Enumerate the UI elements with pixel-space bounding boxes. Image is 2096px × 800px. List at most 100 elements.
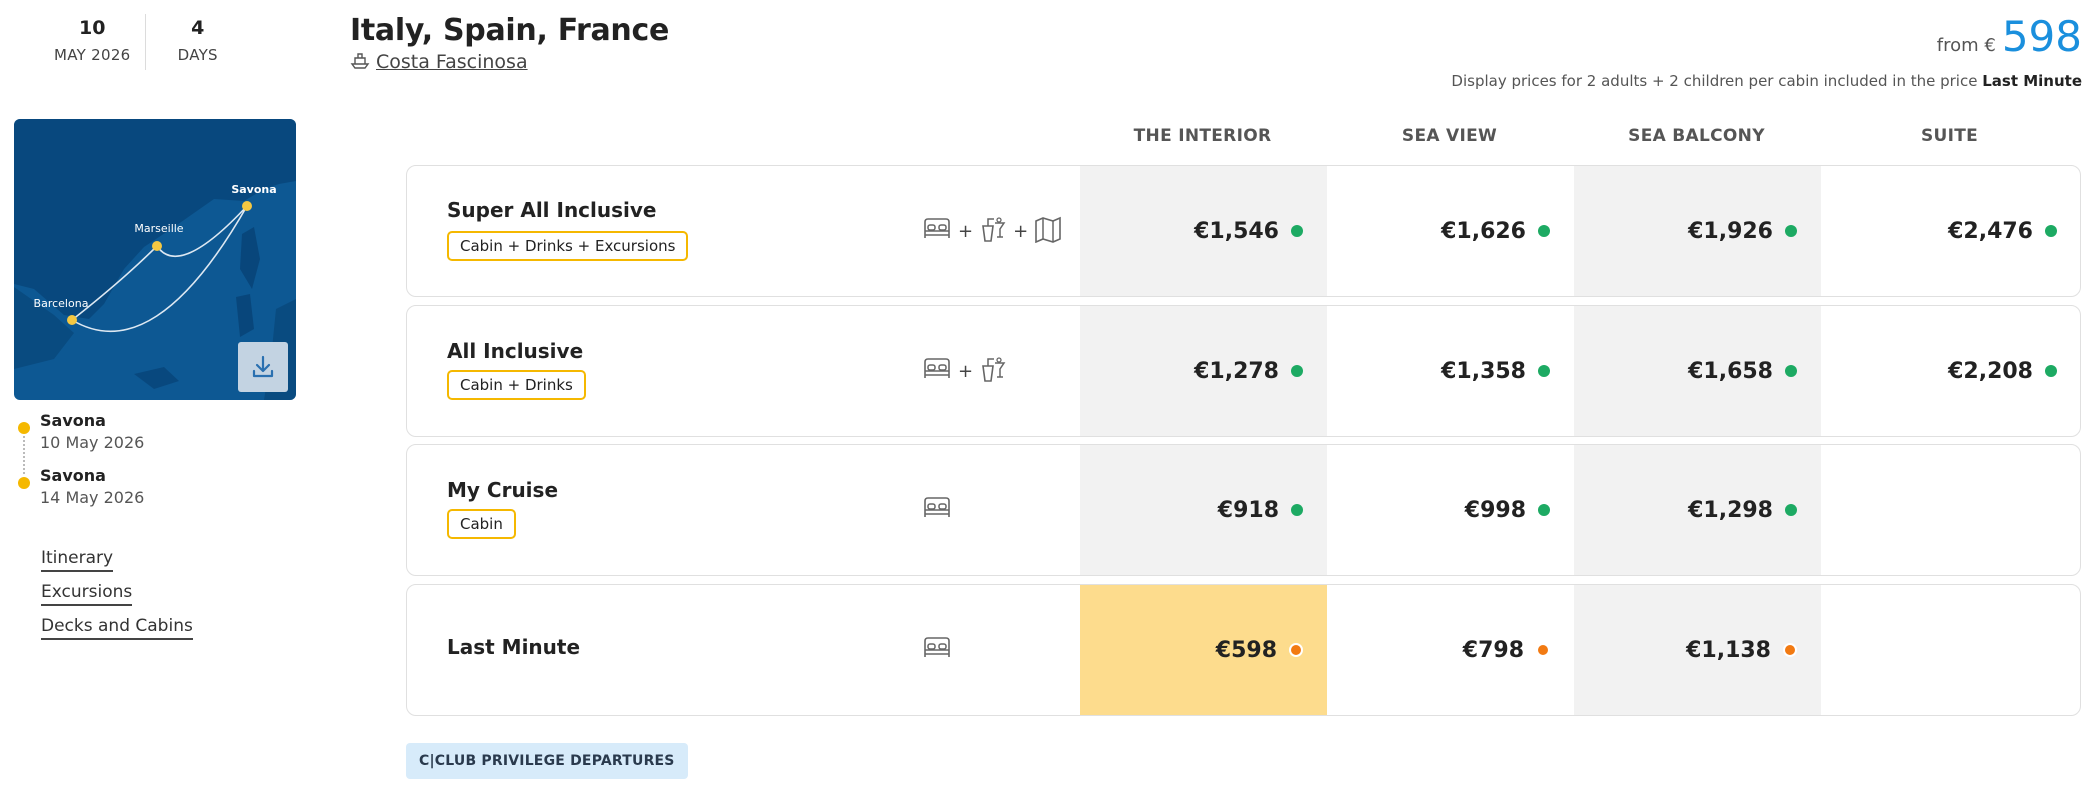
fare-label-area: All Inclusive Cabin + Drinks +: [407, 306, 1080, 436]
price-cell[interactable]: €1,278: [1080, 306, 1327, 436]
availability-dot-icon: [2045, 225, 2057, 237]
availability-dot-icon: [1538, 504, 1550, 516]
price-cell[interactable]: €918: [1080, 445, 1327, 575]
fare-includes-icons: [922, 495, 952, 525]
page-title: Italy, Spain, France: [350, 13, 670, 48]
bed-icon: [922, 495, 952, 525]
ship-link[interactable]: Costa Fascinosa: [350, 50, 528, 74]
fare-badge: Cabin + Drinks + Excursions: [447, 231, 689, 261]
price-cell[interactable]: €1,626: [1327, 166, 1574, 296]
route-stops: Savona 10 May 2026 Savona 14 May 2026: [18, 410, 278, 520]
fare-includes-icons: + +: [922, 215, 1062, 247]
price-from: from € 598: [1937, 12, 2082, 61]
availability-dot-icon: [1536, 643, 1550, 657]
excursions-link[interactable]: Excursions: [41, 581, 133, 606]
fare-name: My Cruise: [447, 478, 559, 502]
map-port-label: Savona: [231, 183, 276, 196]
price-value: €1,298: [1688, 497, 1773, 523]
departure-day: 10: [79, 17, 106, 39]
price-value: €1,138: [1686, 637, 1771, 663]
from-price: 598: [2001, 12, 2082, 61]
fare-label-area: Super All Inclusive Cabin + Drinks + Excu…: [407, 166, 1080, 296]
fare-badge: Cabin + Drinks: [447, 370, 586, 400]
price-cell[interactable]: €798: [1327, 585, 1574, 715]
price-value: €918: [1217, 497, 1279, 523]
price-cell[interactable]: €2,476: [1821, 166, 2080, 296]
price-value: €2,208: [1948, 358, 2033, 384]
availability-dot-icon: [1291, 504, 1303, 516]
availability-dot-icon: [1538, 365, 1550, 377]
price-value: €1,926: [1688, 218, 1773, 244]
fare-row[interactable]: All Inclusive Cabin + Drinks + €1,278 €1,358…: [406, 305, 2081, 437]
duration-value: 4: [191, 17, 205, 39]
price-cell[interactable]: €1,926: [1574, 166, 1821, 296]
club-privilege-departures-button[interactable]: C|CLUB PRIVILEGE DEPARTURES: [406, 743, 688, 779]
price-note-highlight: Last Minute: [1982, 72, 2082, 90]
column-header-suite: SUITE: [1920, 126, 1979, 146]
availability-dot-icon: [2045, 365, 2057, 377]
download-icon: [250, 354, 276, 380]
price-cell[interactable]: €598: [1080, 585, 1327, 715]
fare-row[interactable]: My Cruise Cabin €918 €998 €1,298: [406, 444, 2081, 576]
departure-date: 10 MAY 2026: [40, 14, 146, 70]
cruise-duration: 4 DAYS: [146, 14, 251, 70]
route-stop: Savona 14 May 2026: [18, 465, 278, 520]
price-cell: [1821, 585, 2080, 715]
ship-icon: [350, 50, 370, 74]
departure-month: MAY 2026: [53, 46, 131, 64]
map-download-button[interactable]: [238, 342, 288, 392]
fare-label-area: My Cruise Cabin: [407, 445, 1080, 575]
stop-date: 10 May 2026: [40, 433, 145, 452]
itinerary-map[interactable]: Savona Marseille Barcelona: [14, 119, 296, 400]
map-port-label: Marseille: [134, 222, 183, 235]
availability-dot-icon: [1785, 225, 1797, 237]
route-stop: Savona 10 May 2026: [18, 410, 278, 465]
column-header-interior: THE INTERIOR: [1133, 126, 1272, 146]
availability-dot-icon: [1289, 643, 1303, 657]
itinerary-link[interactable]: Itinerary: [41, 547, 114, 572]
availability-dot-icon: [1538, 225, 1550, 237]
stop-name: Savona: [40, 411, 106, 430]
bed-icon: [922, 216, 952, 246]
side-navigation: Itinerary Excursions Decks and Cabins: [41, 547, 193, 649]
price-value: €998: [1464, 497, 1526, 523]
duration-unit: DAYS: [177, 46, 218, 64]
stop-dot-icon: [18, 477, 30, 489]
bed-icon: [922, 356, 952, 386]
drinks-icon: [979, 355, 1007, 387]
price-cell: [1821, 445, 2080, 575]
plus-sign: +: [1013, 220, 1029, 242]
plus-sign: +: [958, 220, 974, 242]
fare-label-area: Last Minute: [407, 585, 1080, 715]
availability-dot-icon: [1785, 365, 1797, 377]
price-cell[interactable]: €1,658: [1574, 306, 1821, 436]
fare-badge: Cabin: [447, 509, 516, 539]
drinks-icon: [979, 215, 1007, 247]
from-label: from €: [1936, 35, 1996, 56]
price-cell[interactable]: €2,208: [1821, 306, 2080, 436]
price-note: Display prices for 2 adults + 2 children…: [1451, 72, 2082, 90]
decks-and-cabins-link[interactable]: Decks and Cabins: [41, 615, 193, 640]
plus-sign: +: [958, 360, 974, 382]
column-header-sea-view: SEA VIEW: [1401, 126, 1498, 146]
price-value: €1,658: [1688, 358, 1773, 384]
price-value: €1,546: [1194, 218, 1279, 244]
column-header-sea-balcony: SEA BALCONY: [1628, 126, 1765, 146]
date-summary: 10 MAY 2026 4 DAYS: [40, 14, 250, 70]
price-cell[interactable]: €1,298: [1574, 445, 1821, 575]
price-cell[interactable]: €998: [1327, 445, 1574, 575]
availability-dot-icon: [1783, 643, 1797, 657]
stop-date: 14 May 2026: [40, 488, 145, 507]
fare-includes-icons: +: [922, 355, 1007, 387]
price-cell[interactable]: €1,358: [1327, 306, 1574, 436]
price-cell[interactable]: €1,138: [1574, 585, 1821, 715]
price-value: €2,476: [1948, 218, 2033, 244]
price-value: €798: [1462, 637, 1524, 663]
cabin-type-headers: THE INTERIOR SEA VIEW SEA BALCONY SUITE: [1079, 126, 2079, 152]
price-note-text: Display prices for 2 adults + 2 children…: [1451, 72, 1978, 90]
price-cell[interactable]: €1,546: [1080, 166, 1327, 296]
price-value: €598: [1215, 637, 1277, 663]
fare-row[interactable]: Last Minute €598 €798 €1,138: [406, 584, 2081, 716]
price-value: €1,358: [1441, 358, 1526, 384]
fare-row[interactable]: Super All Inclusive Cabin + Drinks + Excu…: [406, 165, 2081, 297]
